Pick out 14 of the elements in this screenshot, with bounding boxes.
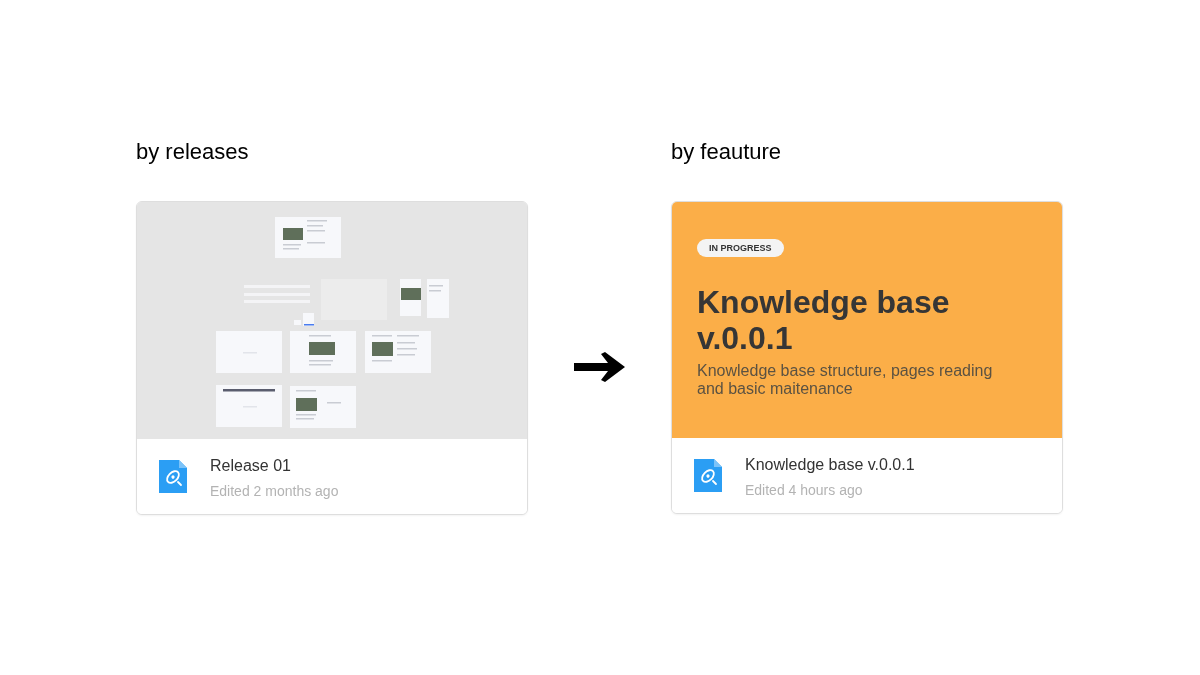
- cover-title: Knowledge base v.0.0.1: [697, 284, 951, 356]
- document-icon: [694, 459, 722, 492]
- cover-description: Knowledge base structure, pages reading and basic maitenance: [697, 362, 994, 398]
- arrow-right-icon: [574, 352, 625, 382]
- edited-time: Edited 4 hours ago: [745, 481, 864, 500]
- file-card[interactable]: IN PROGRESS Knowledge base v.0.0.1 Knowledge base structure, pages reading and basic maitenance Knowledge base v.0.0.1 Edited 4 hours ago: [671, 201, 1063, 514]
- group-heading: by releases: [136, 138, 250, 166]
- status-badge: IN PROGRESS: [697, 239, 784, 257]
- file-title: Release 01: [210, 456, 292, 476]
- file-card[interactable]: Release 01 Edited 2 months ago: [136, 201, 528, 515]
- edited-time: Edited 2 months ago: [210, 482, 339, 501]
- document-icon: [159, 460, 187, 493]
- file-title: Knowledge base v.0.0.1: [745, 455, 915, 475]
- group-heading: by feauture: [671, 138, 783, 166]
